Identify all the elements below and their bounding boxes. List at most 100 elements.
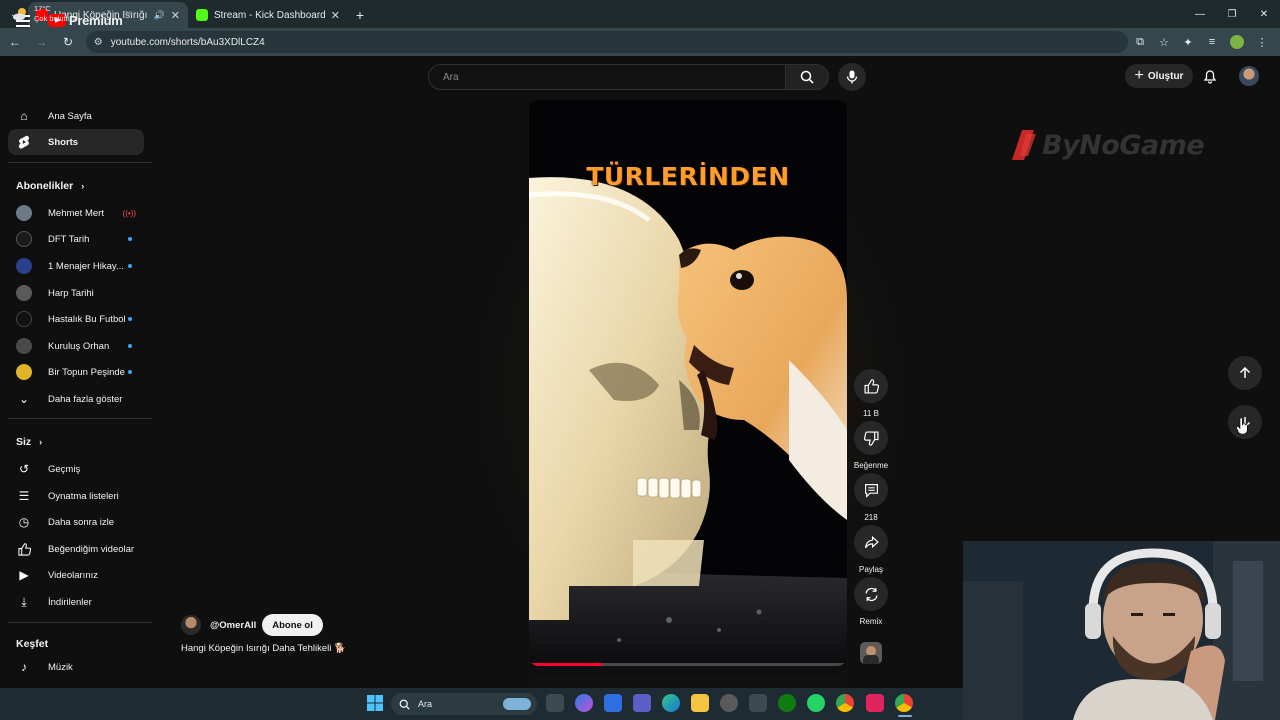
task-view-icon[interactable] <box>546 694 564 712</box>
browser-menu-icon[interactable]: ⋮ <box>1250 31 1274 53</box>
close-window-icon[interactable]: ✕ <box>1248 0 1280 28</box>
sidebar-item-label: Kuruluş Orhan <box>48 340 110 352</box>
home-icon: ⌂ <box>20 109 28 123</box>
short-title[interactable]: Hangi Köpeğin Isırığı Daha Tehlikeli 🐕 <box>181 643 346 654</box>
subscriptions-title: Abonelikler <box>16 180 74 192</box>
next-short-preview <box>529 676 847 686</box>
sidebar-item-subscription[interactable]: Harp Tarihi <box>8 280 144 306</box>
chrome-active-icon[interactable] <box>895 694 913 712</box>
notifications-bell-icon[interactable] <box>1202 68 1218 84</box>
widgets-icon[interactable] <box>604 694 622 712</box>
like-button[interactable] <box>854 369 888 403</box>
share-label: Paylaş <box>858 565 883 574</box>
search-input[interactable]: Ara <box>428 64 786 90</box>
share-icon <box>864 535 879 548</box>
back-arrow-icon[interactable]: ← <box>3 30 27 54</box>
previous-short-button[interactable] <box>1228 356 1262 390</box>
browser-tab-kick[interactable]: Stream - Kick Dashboard ✕ <box>188 2 348 28</box>
share-button[interactable] <box>854 525 888 559</box>
reload-icon[interactable]: ↻ <box>56 30 80 54</box>
sidebar-item-shorts[interactable]: Shorts <box>8 129 144 155</box>
close-tab-icon[interactable]: ✕ <box>171 9 180 22</box>
account-avatar[interactable] <box>1239 66 1259 86</box>
sidebar-item-subscription[interactable]: Bir Topun Peşinde <box>8 359 144 385</box>
temperature-text: 17°C <box>34 4 51 13</box>
obs-icon[interactable] <box>720 694 738 712</box>
search-icon <box>800 70 814 84</box>
explore-heading: Keşfet <box>16 638 48 650</box>
sidebar-item-playlists[interactable]: ☰ Oynatma listeleri <box>8 483 144 509</box>
liked-videos-icon <box>16 541 32 557</box>
new-content-dot <box>128 237 132 241</box>
sidebar-item-subscription[interactable]: Kuruluş Orhan <box>8 333 144 359</box>
remix-button[interactable] <box>854 577 888 611</box>
sidebar-item-home[interactable]: ⌂ Ana Sayfa <box>8 103 144 129</box>
new-content-dot <box>128 370 132 374</box>
extensions-icon[interactable]: ✦ <box>1176 31 1200 53</box>
voice-search-button[interactable] <box>838 63 866 91</box>
channel-name[interactable]: @OmerAll <box>210 620 256 631</box>
weather-widget[interactable]: 17°C Çok bulutlu <box>12 4 72 24</box>
minimize-icon[interactable]: — <box>1184 0 1216 28</box>
comments-button[interactable] <box>854 473 888 507</box>
create-button[interactable]: + Oluştur <box>1125 64 1193 88</box>
sidebar-item-downloads[interactable]: ⤓ İndirilenler <box>8 589 144 615</box>
close-tab-icon[interactable]: ✕ <box>331 9 340 22</box>
whatsapp-icon[interactable] <box>807 694 825 712</box>
sidebar-item-subscription[interactable]: DFT Tarih <box>8 226 144 252</box>
watermark-text: ByNoGame <box>1042 129 1205 161</box>
chevron-right-icon: › <box>39 437 43 447</box>
windows-start-icon[interactable] <box>366 694 384 712</box>
mouse-cursor-icon <box>1236 418 1248 434</box>
copilot-icon[interactable] <box>575 694 593 712</box>
bynogame-logo-icon <box>1012 130 1036 160</box>
media-control-icon[interactable]: ≡ <box>1200 31 1224 53</box>
sidebar-item-subscription[interactable]: 1 Menajer Hikay... <box>8 253 144 279</box>
file-explorer-icon[interactable] <box>691 694 709 712</box>
profile-icon[interactable] <box>1230 35 1244 49</box>
teams-icon[interactable] <box>633 694 651 712</box>
new-tab-button[interactable]: + <box>348 2 372 28</box>
channel-avatar[interactable] <box>181 615 201 635</box>
dislike-button[interactable] <box>854 421 888 455</box>
sidebar-item-your-videos[interactable]: ▶ Videolarınız <box>8 562 144 588</box>
short-video-player[interactable]: TÜRLERİNDEN <box>529 100 847 666</box>
app-grid-icon[interactable] <box>749 694 767 712</box>
sidebar-divider <box>8 418 152 419</box>
sidebar-item-subscription[interactable]: Mehmet Mert ((•)) <box>8 200 144 226</box>
tab-audio-icon[interactable]: 🔊 <box>154 10 165 21</box>
subscribe-button[interactable]: Abone ol <box>262 614 323 636</box>
sidebar-item-label: Bir Topun Peşinde <box>48 366 125 378</box>
sidebar-item-music[interactable]: ♪ Müzik <box>8 654 144 680</box>
xbox-icon[interactable] <box>778 694 796 712</box>
comments-action: 218 <box>852 473 890 522</box>
edge-icon[interactable] <box>662 694 680 712</box>
sidebar-item-history[interactable]: ↺ Geçmiş <box>8 456 144 482</box>
url-bar[interactable]: ⚙ youtube.com/shorts/bAu3XDlLCZ4 <box>85 31 1128 53</box>
sidebar-item-subscription[interactable]: Hastalık Bu Futbol <box>8 306 144 332</box>
taskbar-search[interactable]: Ara <box>391 693 537 715</box>
video-progress-bar[interactable] <box>529 663 847 666</box>
subscriptions-heading[interactable]: Abonelikler › <box>16 180 84 192</box>
forward-arrow-icon[interactable]: → <box>30 30 54 54</box>
video-progress-fill <box>529 663 603 666</box>
browser-tab-bar: ⌄ Hangi Köpeğin Isırığı Daha 🔊 ✕ Stream … <box>0 0 1280 28</box>
weather-text: Çok bulutlu <box>34 14 72 23</box>
maximize-icon[interactable]: ❐ <box>1216 0 1248 28</box>
site-info-icon[interactable]: ⚙ <box>94 37 103 48</box>
chrome-icon[interactable] <box>836 694 854 712</box>
sidebar-item-label: Hastalık Bu Futbol <box>48 313 126 325</box>
you-heading[interactable]: Siz › <box>16 436 42 448</box>
sidebar-item-watch-later[interactable]: ◷ Daha sonra izle <box>8 509 144 535</box>
install-app-icon[interactable]: ⧉ <box>1128 31 1152 53</box>
remix-icon <box>865 587 877 601</box>
bookmark-star-icon[interactable]: ☆ <box>1152 31 1176 53</box>
show-more-button[interactable]: ⌄ Daha fazla göster <box>8 386 144 412</box>
taskbar-search-placeholder: Ara <box>418 699 433 709</box>
search-button[interactable] <box>785 64 829 90</box>
pinned-app-icon[interactable] <box>866 694 884 712</box>
sidebar-item-liked-videos[interactable]: Beğendiğim videolar <box>8 536 144 562</box>
chevron-right-icon: › <box>81 181 85 191</box>
sound-thumbnail[interactable] <box>860 642 882 664</box>
shorts-icon <box>16 134 32 150</box>
